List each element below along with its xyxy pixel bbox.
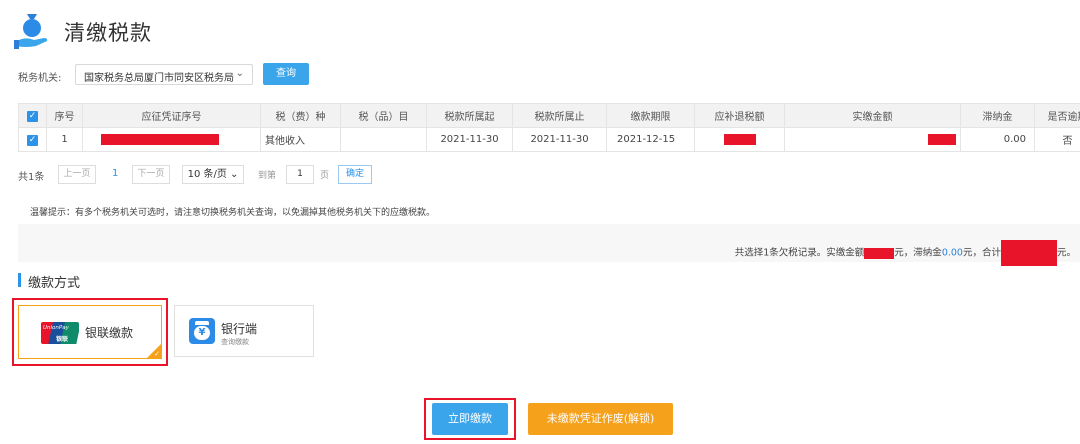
col-header: 是否逾期 [1034,103,1080,128]
cell-refund-amount [694,127,785,152]
row-select-cell[interactable]: ✓ [18,127,47,152]
page-size-value: 10 条/页 [187,169,227,180]
tax-authority-label: 税务机关: [18,73,62,84]
tip-notice: 温馨提示：有多个税务机关可选时，请注意切换税务机关查询，以免漏掉其他税务机关下的… [30,208,436,218]
col-header: 税（费）种 [260,103,341,128]
col-header: 税款所属止 [512,103,607,128]
check-icon: ✓ [154,350,160,358]
redacted-block [723,133,756,145]
summary-part1: 共选择1条欠税记录。实缴金额 [734,247,865,259]
summary-part3: 元，合计 [962,247,1001,259]
tax-authority-value: 国家税务总局厦门市同安区税务局 [84,73,234,84]
page-size-select[interactable]: 10 条/页 ⌄ [182,165,244,184]
col-header: 实缴金额 [784,103,961,128]
pay-now-button[interactable]: 立即缴款 [432,403,508,435]
col-header: 税款所属起 [426,103,513,128]
unionpay-label: 银联缴款 [85,326,134,340]
tax-authority-select[interactable]: 国家税务总局厦门市同安区税务局 ⌄ [75,64,253,85]
cell-period-end: 2021-11-30 [512,127,607,152]
money-bag-hand-icon [14,14,48,49]
next-page-button[interactable]: 下一页 [132,165,170,184]
goto-page-input[interactable]: 1 [286,165,314,184]
cell-late-fee: 0.00 [960,127,1035,152]
cell-voucher-no [82,127,261,152]
cell-index: 1 [46,127,83,152]
col-header: 应征凭证序号 [82,103,261,128]
page-title: 清缴税款 [64,21,152,45]
cell-tax-item [340,127,427,152]
cell-period-start: 2021-11-30 [426,127,513,152]
redacted-block [1000,240,1057,266]
table-header-row: ✓ 序号 应征凭证序号 税（费）种 税（品）目 税款所属起 税款所属止 缴款期限… [18,103,1080,128]
goto-confirm-button[interactable]: 确定 [338,165,372,184]
unionpay-logo-cn: 银联 [56,336,69,343]
cell-overdue: 否 [1034,127,1080,152]
select-all-cell[interactable]: ✓ [18,103,47,128]
chevron-down-icon: ⌄ [226,169,239,180]
cell-paid-amount [784,127,961,152]
bank-label: 银行端 [221,322,258,336]
col-header: 缴款期限 [606,103,695,128]
unionpay-option[interactable]: UnionPay 银联 银联缴款 ✓ [18,305,162,359]
goto-prefix: 到第 [258,171,277,181]
summary-text: 共选择1条欠税记录。实缴金额 元，滞纳金0.00元，合计 元。 [735,240,1076,266]
summary-part2: 元，滞纳金 [894,247,942,259]
redacted-block [100,133,219,145]
redacted-block [928,133,956,145]
summary-part4: 元。 [1056,247,1076,259]
goto-suffix: 页 [320,171,330,181]
summary-late-fee: 0.00 [941,247,963,259]
void-voucher-button[interactable]: 未缴款凭证作废(解锁) [528,403,673,435]
prev-page-button[interactable]: 上一页 [58,165,96,184]
col-header: 滞纳金 [960,103,1035,128]
bank-option[interactable]: ¥ 银行端 查询缴款 [174,305,314,357]
bank-icon: ¥ [189,318,215,344]
current-page[interactable]: 1 [112,168,118,179]
search-button[interactable]: 查询 [263,63,309,85]
bank-sublabel: 查询缴款 [221,338,249,346]
section-marker [18,273,21,287]
col-header: 序号 [46,103,83,128]
unionpay-logo: UnionPay 银联 [41,322,79,344]
table-row[interactable]: ✓ 1 其他收入 2021-11-30 2021-11-30 2021-12-1… [18,127,1080,152]
col-header: 应补退税额 [694,103,785,128]
unionpay-logo-text: UnionPay [43,325,69,331]
total-count: 共1条 [18,172,45,183]
payment-section-title: 缴款方式 [28,276,81,291]
cell-tax-type: 其他收入 [260,127,341,152]
redacted-block [864,247,895,259]
chevron-down-icon: ⌄ [235,68,244,79]
col-header: 税（品）目 [340,103,427,128]
cell-deadline: 2021-12-15 [606,127,695,152]
tax-table: ✓ 序号 应征凭证序号 税（费）种 税（品）目 税款所属起 税款所属止 缴款期限… [18,103,1080,152]
select-all-checkbox[interactable]: ✓ [27,110,38,122]
row-checkbox[interactable]: ✓ [27,134,38,146]
